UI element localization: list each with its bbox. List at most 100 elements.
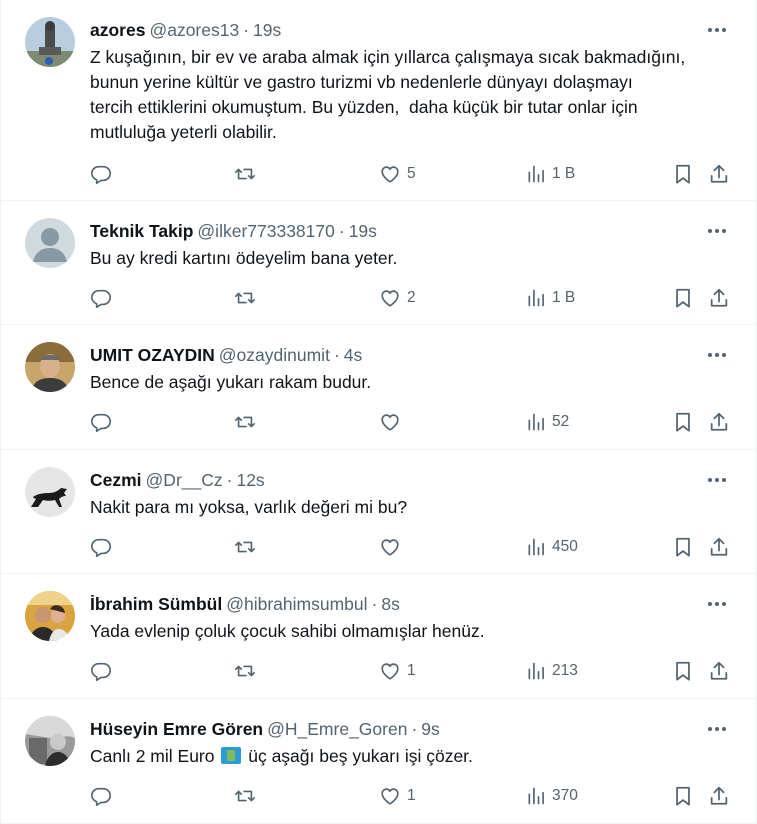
heart-icon [381,539,399,556]
retweet-icon [235,790,255,802]
timestamp[interactable]: 4s [344,345,362,365]
tweet[interactable]: İbrahim Sümbül @hibrahimsumbul · 8s Yada ev… [1,574,756,699]
action-bar: 1 213 [90,656,736,686]
retweet-button[interactable] [233,532,263,562]
author-handle[interactable]: @hibrahimsumbul [226,594,367,614]
share-icon [710,661,728,680]
tweet-header: Cezmi @Dr__Cz · 12s [90,468,696,492]
separator: · [333,345,340,365]
bookmark-button[interactable] [672,656,694,686]
more-options-button[interactable] [704,18,730,42]
views-button[interactable]: 370 [526,781,578,811]
tweet-text-part: üç aşağı beş yukarı işi çözer. [243,746,473,766]
share-icon [710,164,728,183]
author-handle[interactable]: @H_Emre_Goren [267,719,407,739]
avatar[interactable] [25,716,75,766]
reply-button[interactable] [90,532,118,562]
retweet-button[interactable] [233,283,263,313]
views-button[interactable]: 1 B [526,283,575,313]
heart-icon [381,414,399,431]
author-handle[interactable]: @ilker773338170 [197,221,334,241]
timestamp[interactable]: 19s [253,20,281,40]
author-handle[interactable]: @azores13 [149,20,239,40]
author-name[interactable]: Hüseyin Emre Gören [90,719,263,739]
more-options-button[interactable] [704,219,730,243]
share-button[interactable] [708,532,730,562]
avatar[interactable] [25,218,75,268]
bookmark-button[interactable] [672,159,694,189]
bookmark-button[interactable] [672,283,694,313]
timestamp[interactable]: 19s [349,221,377,241]
reply-button[interactable] [90,159,118,189]
more-options-button[interactable] [704,592,730,616]
author-name[interactable]: azores [90,20,145,40]
retweet-button[interactable] [233,656,263,686]
reply-icon [91,787,111,806]
tweet[interactable]: azores @azores13 · 19s Z kuşağının, bir ev … [1,0,756,201]
more-options-button[interactable] [704,343,730,367]
tweet-header: İbrahim Sümbül @hibrahimsumbul · 8s [90,592,696,616]
action-bar: 5 1 B [90,159,736,189]
bookmark-icon [676,786,690,806]
bookmark-button[interactable] [672,532,694,562]
analytics-icon [528,289,544,307]
share-button[interactable] [708,656,730,686]
like-button[interactable] [379,407,407,437]
views-button[interactable]: 1 B [526,159,575,189]
timestamp[interactable]: 12s [236,470,264,490]
tweet[interactable]: UMIT OZAYDIN @ozaydinumit · 4s Bence de aşa… [1,325,756,450]
bookmark-button[interactable] [672,407,694,437]
views-button[interactable]: 52 [526,407,569,437]
tweet[interactable]: Cezmi @Dr__Cz · 12s Nakit para mı yoksa, va… [1,450,756,574]
bookmark-icon [676,164,690,184]
share-icon [710,786,728,805]
reply-button[interactable] [90,781,118,811]
author-name[interactable]: İbrahim Sümbül [90,594,222,614]
bookmark-button[interactable] [672,781,694,811]
reply-icon [91,662,111,681]
like-button[interactable]: 1 [379,781,416,811]
reply-button[interactable] [90,407,118,437]
avatar[interactable] [25,342,75,392]
author-name[interactable]: UMIT OZAYDIN [90,345,215,365]
like-button[interactable]: 1 [379,656,416,686]
tweet[interactable]: Hüseyin Emre Gören @H_Emre_Goren · 9s Canlı… [1,699,756,824]
tweet-header: Hüseyin Emre Gören @H_Emre_Goren · 9s [90,717,696,741]
retweet-button[interactable] [233,781,263,811]
more-options-button[interactable] [704,717,730,741]
avatar[interactable] [25,467,75,517]
tweet-text: Nakit para mı yoksa, varlık değeri mi bu… [90,497,408,517]
views-button[interactable]: 213 [526,656,578,686]
views-button[interactable]: 450 [526,532,578,562]
tweet-text: Z kuşağının, bir ev ve araba almak için … [90,47,686,142]
author-handle[interactable]: @ozaydinumit [219,345,330,365]
tweet-text: Bu ay kredi kartını ödeyelim bana yeter. [90,248,398,268]
more-icon [708,28,726,32]
tweet[interactable]: Teknik Takip @ilker773338170 · 19s Bu ay kr… [1,201,756,325]
retweet-icon [235,168,255,180]
share-button[interactable] [708,283,730,313]
analytics-icon [528,662,544,680]
reply-button[interactable] [90,283,118,313]
author-name[interactable]: Cezmi [90,470,142,490]
analytics-icon [528,165,544,183]
share-button[interactable] [708,159,730,189]
author-name[interactable]: Teknik Takip [90,221,193,241]
like-button[interactable] [379,532,407,562]
reply-button[interactable] [90,656,118,686]
share-button[interactable] [708,781,730,811]
avatar[interactable] [25,591,75,641]
avatar[interactable] [25,17,75,67]
like-button[interactable]: 2 [379,283,416,313]
timestamp[interactable]: 8s [381,594,399,614]
more-options-button[interactable] [704,468,730,492]
retweet-button[interactable] [233,159,263,189]
timestamp[interactable]: 9s [421,719,439,739]
bookmark-icon [676,288,690,308]
share-button[interactable] [708,407,730,437]
share-icon [710,288,728,307]
action-bar: 450 [90,532,736,562]
like-button[interactable]: 5 [379,159,416,189]
author-handle[interactable]: @Dr__Cz [146,470,223,490]
retweet-button[interactable] [233,407,263,437]
